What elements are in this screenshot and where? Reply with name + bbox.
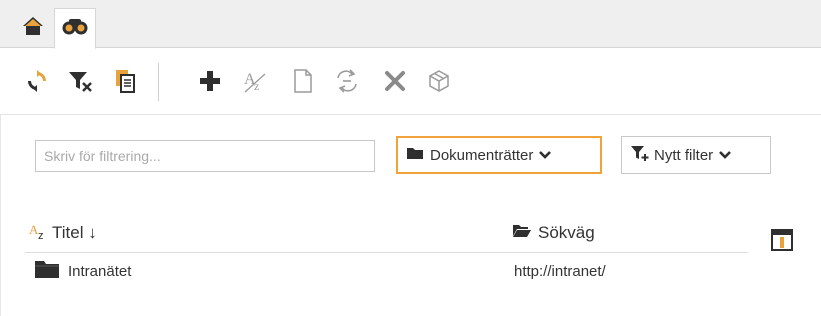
row-title-label: Intranätet — [68, 262, 132, 280]
new-filter-dropdown[interactable]: Nytt filter — [621, 136, 771, 174]
toolbar-divider — [158, 63, 159, 101]
column-header-title[interactable]: A z Titel ↓ — [28, 218, 97, 248]
rename-icon[interactable]: A z — [240, 66, 270, 96]
home-icon — [22, 16, 44, 41]
table-row[interactable]: Intranätet http://intranet/ — [0, 256, 821, 286]
filter-input[interactable] — [35, 140, 375, 172]
new-document-icon[interactable] — [288, 66, 318, 96]
clear-filter-icon[interactable] — [66, 66, 96, 96]
header-divider — [25, 252, 748, 253]
row-path-cell: http://intranet/ — [514, 256, 606, 286]
chevron-down-icon — [539, 147, 552, 164]
new-filter-label: Nytt filter — [654, 146, 714, 164]
filter-add-icon — [630, 144, 650, 166]
toolbar: A z — [0, 49, 821, 115]
column-header-title-label: Titel ↓ — [52, 223, 97, 242]
chevron-down-icon — [719, 147, 732, 164]
row-title-cell: Intranätet — [34, 256, 131, 286]
tab-search[interactable] — [54, 8, 96, 49]
row-path-label: http://intranet/ — [514, 262, 606, 280]
scope-dropdown-label: Dokumenträtter — [430, 146, 534, 164]
refresh-icon[interactable] — [22, 66, 52, 96]
column-header-path-label: Sökväg — [538, 223, 595, 242]
copy-icon[interactable] — [110, 66, 140, 96]
add-icon[interactable] — [195, 66, 225, 96]
column-header-path[interactable]: Sökväg — [512, 218, 595, 248]
delete-icon[interactable] — [380, 66, 410, 96]
scope-dropdown[interactable]: Dokumenträtter — [396, 136, 602, 174]
text-icon: A z — [28, 221, 50, 246]
tab-strip — [0, 0, 821, 49]
package-icon[interactable] — [424, 66, 454, 96]
folder-icon — [34, 259, 60, 283]
binoculars-icon — [62, 17, 88, 40]
folder-open-icon — [512, 223, 532, 243]
folder-icon — [406, 146, 424, 164]
svg-text:z: z — [38, 230, 44, 241]
column-chooser-icon[interactable] — [770, 228, 794, 252]
move-icon[interactable] — [332, 66, 362, 96]
tab-home[interactable] — [14, 8, 52, 48]
